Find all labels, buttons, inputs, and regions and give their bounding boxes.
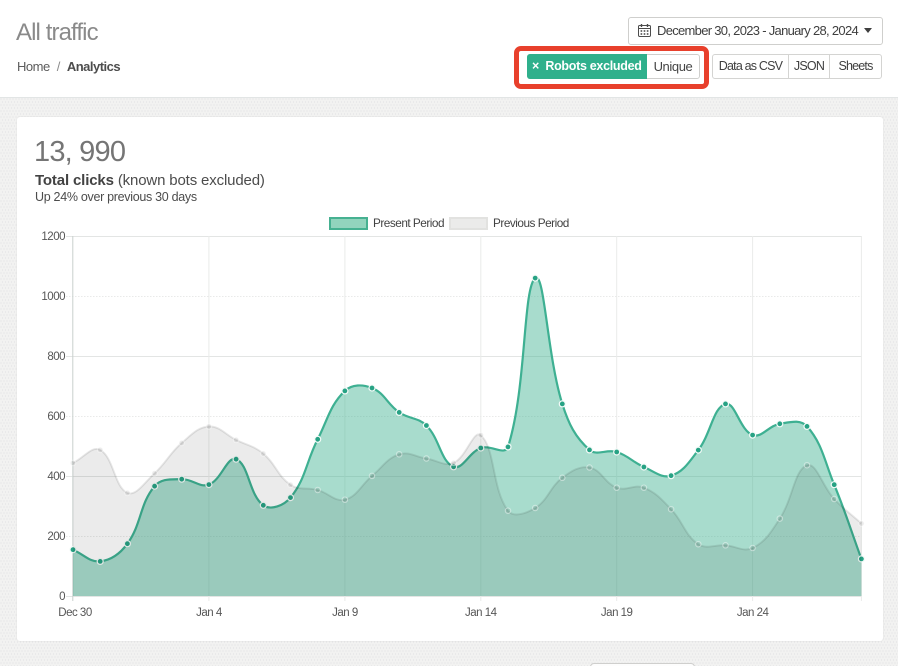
svg-text:Jan 24: Jan 24 xyxy=(737,607,770,619)
svg-text:1000: 1000 xyxy=(41,291,65,303)
svg-text:0: 0 xyxy=(59,591,65,603)
svg-text:Dec 30: Dec 30 xyxy=(58,607,92,619)
svg-text:Jan 4: Jan 4 xyxy=(196,607,223,619)
svg-text:Jan 9: Jan 9 xyxy=(332,607,358,619)
svg-text:600: 600 xyxy=(47,411,65,423)
svg-text:400: 400 xyxy=(47,471,65,483)
svg-text:800: 800 xyxy=(47,351,65,363)
svg-text:1200: 1200 xyxy=(41,231,65,243)
svg-text:Jan 19: Jan 19 xyxy=(601,607,633,619)
svg-text:Jan 14: Jan 14 xyxy=(465,607,498,619)
svg-text:200: 200 xyxy=(47,531,65,543)
